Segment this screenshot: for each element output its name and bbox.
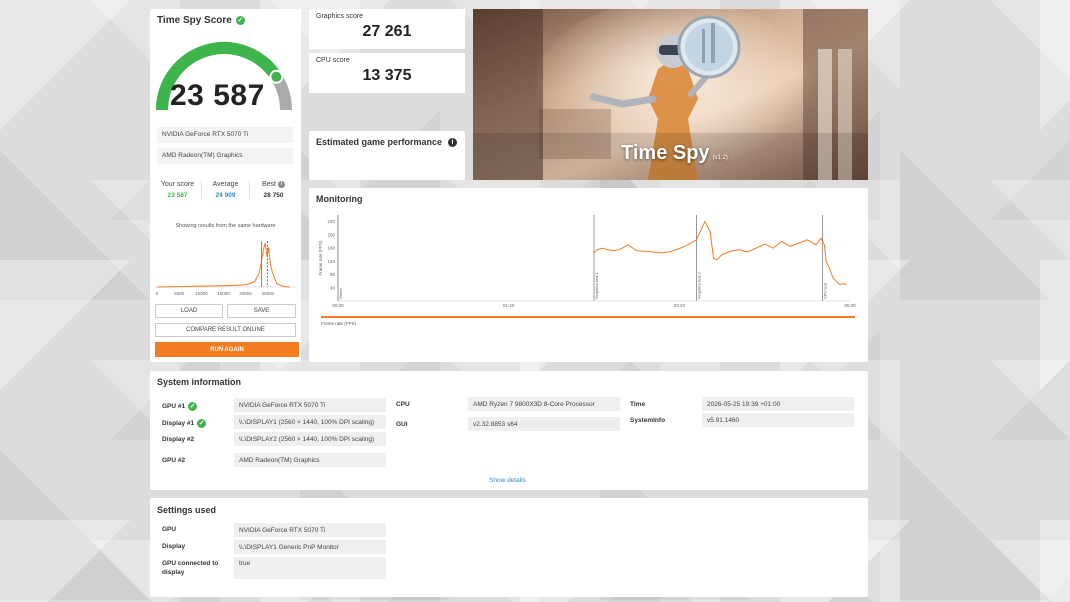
check-icon: ✓ (235, 16, 245, 25)
display1-label-text: Display #1 (162, 420, 195, 427)
best-label-row: Best i (250, 181, 297, 188)
dist-tick-label: 15000 (217, 291, 230, 296)
your-score-value: 23 587 (167, 192, 188, 199)
settings-used-panel: Settings used GPU NVIDIA GeForce RTX 507… (150, 498, 868, 597)
systeminfo-label: SystemInfo (630, 417, 666, 424)
dist-tick-label: 10000 (195, 291, 208, 296)
cpu-value: AMD Ryzen 7 9800X3D 8-Core Processor (468, 397, 620, 411)
average-stat: Average 24 909 (202, 181, 250, 199)
systeminfo-value: v5.91.1460 (702, 413, 854, 427)
gpu-name-field: NVIDIA GeForce RTX 5070 Ti (157, 127, 293, 143)
dist-tick-label: 20000 (239, 291, 252, 296)
dist-tick-label: 5000 (174, 291, 185, 296)
cpu-score-label: CPU score (316, 57, 350, 64)
fps-series-line (593, 220, 847, 286)
time-value: 2026-05-25 19:39 +01:00 (702, 397, 854, 411)
x-tick-label: 01:40 (503, 303, 515, 308)
gpu-connected-label: GPU connected to display (162, 560, 219, 576)
monitoring-panel: 240 200 160 120 80 40 00:00 01:40 03:20 05:00 Fram… (309, 188, 868, 362)
system-information-panel: System information GPU #1 ✓ NVIDIA GeFor… (150, 371, 868, 490)
gpu1-value: NVIDIA GeForce RTX 5070 Ti (234, 398, 386, 412)
settings-display-value: \\.\DISPLAY1 Generic PnP Monitor (234, 540, 386, 554)
settings-display-label: Display (162, 543, 186, 550)
estimated-title: Estimated game performance (316, 137, 443, 147)
dist-tick-label: 25000 (262, 291, 275, 296)
gui-value: v2.32.8853 s64 (468, 417, 620, 431)
display2-value: \\.\DISPLAY2 (2560 × 1440, 100% DPI scal… (234, 432, 386, 446)
y-tick-label: 200 (327, 232, 335, 237)
same-hardware-note: Showing results from the same hardware (175, 223, 276, 229)
estimated-game-performance[interactable]: Estimated game performance i (309, 131, 465, 180)
your-score-stat: Your score 23 587 (154, 181, 202, 199)
test-marker-label: CPU test (823, 282, 828, 299)
time-label: Time (630, 401, 646, 408)
display1-label: Display #1 ✓ (162, 419, 207, 428)
y-tick-label: 80 (330, 272, 336, 277)
gpu2-name-field: AMD Radeon(TM) Graphics (157, 148, 293, 164)
score-title: Time Spy Score ✓ (157, 15, 245, 26)
distribution-curve (156, 242, 291, 288)
settings-title: Settings used (157, 505, 217, 515)
y-tick-label: 240 (327, 219, 335, 224)
cpu-score-value: 13 375 (362, 67, 412, 84)
gpu2-value: AMD Radeon(TM) Graphics (234, 453, 386, 467)
y-tick-label: 120 (327, 259, 335, 264)
graphics-score-label: Graphics score (316, 13, 364, 20)
test-marker-label: Graphics test 2 (696, 271, 701, 299)
info-icon[interactable]: i (448, 138, 457, 147)
display2-label: Display #2 (162, 436, 195, 443)
gpu1-label: GPU #1 ✓ (162, 402, 198, 411)
best-stat: Best i 28 750 (250, 181, 297, 199)
x-tick-label: 00:00 (332, 303, 344, 308)
test-marker-label: Demo (338, 288, 343, 299)
gpu1-label-text: GPU #1 (162, 403, 186, 410)
display1-value: \\.\DISPLAY1 (2560 × 1440, 100% DPI scal… (234, 415, 386, 429)
main-score: 23 587 (170, 79, 265, 112)
x-tick-label: 05:00 (844, 303, 856, 308)
monitoring-chart: 240 200 160 120 80 40 00:00 01:40 03:20 05:00 Fram… (318, 215, 856, 326)
y-tick-label: 160 (327, 246, 335, 251)
best-label: Best (261, 181, 276, 188)
score-distribution-chart: 0 5000 10000 15000 20000 25000 (155, 241, 296, 296)
load-button[interactable]: LOAD (155, 304, 223, 318)
graphics-score-box: Graphics score 27 261 (309, 9, 465, 49)
info-icon[interactable]: i (278, 181, 285, 188)
fps-legend-label: Frame rate (FPS) (321, 321, 357, 326)
save-button[interactable]: SAVE (227, 304, 296, 318)
your-score-label: Your score (160, 181, 195, 188)
hero-title-text: Time Spy (621, 142, 710, 164)
score-title-text: Time Spy Score (157, 15, 232, 26)
check-icon: ✓ (188, 402, 198, 411)
system-information-title: System information (157, 377, 242, 387)
y-axis-label: Frame rate (FPS) (318, 240, 323, 276)
score-stats: Your score 23 587 Average 24 909 Best i … (154, 181, 297, 199)
hero-version: (v1.2) (712, 155, 728, 161)
gpu2-label: GPU #2 (162, 457, 186, 464)
average-label: Average (212, 181, 239, 188)
x-tick-label: 03:20 (674, 303, 686, 308)
gpu-connected-value: true (234, 557, 386, 579)
monitoring-title: Monitoring (316, 194, 363, 204)
test-marker-label: Graphics test 1 (594, 271, 599, 299)
check-icon: ✓ (197, 419, 207, 428)
run-again-button[interactable]: RUN AGAIN (155, 342, 299, 357)
show-details-link[interactable]: Show details (489, 477, 526, 484)
settings-gpu-value: NVIDIA GeForce RTX 5070 Ti (234, 523, 386, 537)
hero-banner: Time Spy (v1.2) (473, 9, 868, 180)
y-tick-label: 40 (330, 285, 336, 290)
score-card: Time Spy Score ✓ 23 587 NVIDIA GeForce R… (150, 9, 301, 362)
compare-online-button[interactable]: COMPARE RESULT ONLINE (155, 323, 296, 337)
average-value: 24 909 (215, 192, 236, 199)
graphics-score-value: 27 261 (362, 23, 412, 40)
gui-label: GUI (396, 421, 408, 428)
cpu-score-box: CPU score 13 375 (309, 53, 465, 93)
settings-gpu-label: GPU (162, 526, 177, 533)
best-value: 28 750 (263, 192, 284, 199)
cpu-label: CPU (396, 401, 410, 408)
hero-title: Time Spy (v1.2) (621, 142, 728, 165)
dist-tick-label: 0 (156, 291, 159, 296)
